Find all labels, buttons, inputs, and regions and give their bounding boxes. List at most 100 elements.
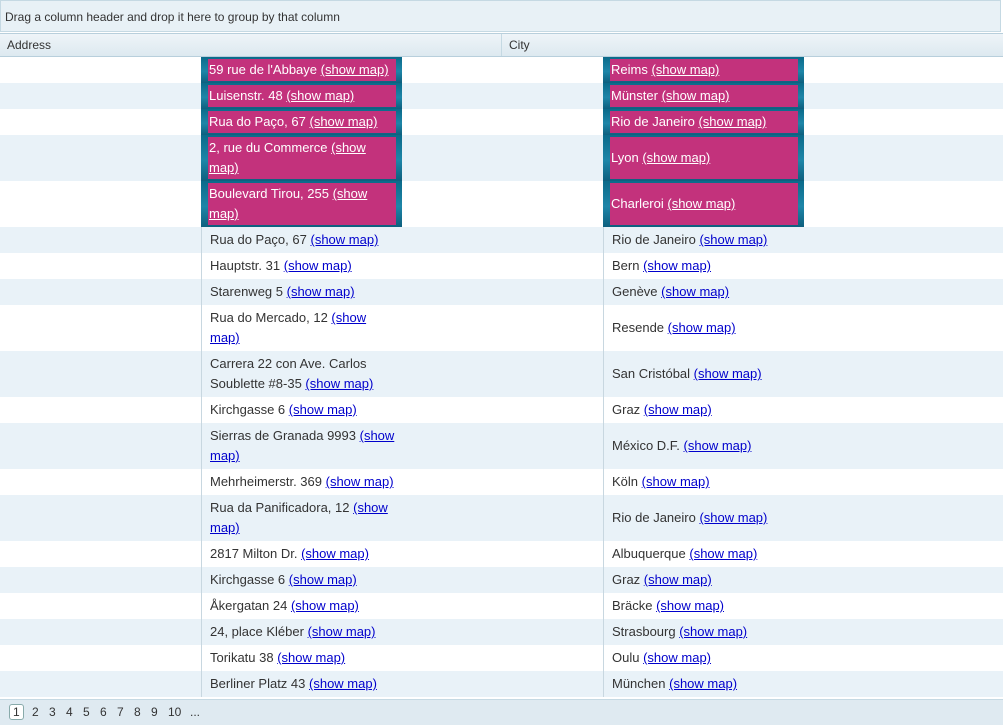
show-map-link[interactable]: (show map) <box>668 320 736 335</box>
show-map-link[interactable]: (show map) <box>277 650 345 665</box>
address-cell[interactable]: Hauptstr. 31 (show map) <box>201 253 402 279</box>
city-cell[interactable]: Graz (show map) <box>603 567 804 593</box>
city-cell[interactable]: Resende (show map) <box>603 305 804 351</box>
address-cell[interactable]: Berliner Platz 43 (show map) <box>201 671 402 697</box>
show-map-link[interactable]: (show map) <box>644 402 712 417</box>
show-map-link[interactable]: (show map) <box>287 284 355 299</box>
table-row[interactable]: Boulevard Tirou, 255 (show map) Charleroi… <box>0 181 1003 227</box>
show-map-link[interactable]: (show map) <box>643 258 711 273</box>
address-cell[interactable]: 2817 Milton Dr. (show map) <box>201 541 402 567</box>
show-map-link[interactable]: (show map) <box>679 624 747 639</box>
table-row[interactable]: Carrera 22 con Ave. Carlos Soublette #8-… <box>0 351 1003 397</box>
show-map-link[interactable]: (show map) <box>301 546 369 561</box>
address-cell[interactable]: Luisenstr. 48 (show map) <box>201 83 402 109</box>
address-cell[interactable]: Boulevard Tirou, 255 (show map) <box>201 181 402 227</box>
address-cell[interactable]: Starenweg 5 (show map) <box>201 279 402 305</box>
show-map-link[interactable]: (show map) <box>286 88 354 103</box>
city-cell[interactable]: México D.F. (show map) <box>603 423 804 469</box>
pager-page-1[interactable]: 1 <box>9 704 24 720</box>
table-row[interactable]: Berliner Platz 43 (show map) München (sho… <box>0 671 1003 697</box>
city-cell[interactable]: Köln (show map) <box>603 469 804 495</box>
show-map-link[interactable]: (show map) <box>284 258 352 273</box>
table-row[interactable]: 2817 Milton Dr. (show map) Albuquerque (s… <box>0 541 1003 567</box>
show-map-link[interactable]: (show map) <box>289 572 357 587</box>
address-cell[interactable]: Mehrheimerstr. 369 (show map) <box>201 469 402 495</box>
table-row[interactable]: Kirchgasse 6 (show map) Graz (show map) <box>0 397 1003 423</box>
city-cell[interactable]: Reims (show map) <box>603 57 804 83</box>
show-map-link[interactable]: (show map) <box>699 232 767 247</box>
address-cell[interactable]: Kirchgasse 6 (show map) <box>201 567 402 593</box>
show-map-link[interactable]: (show map) <box>656 598 724 613</box>
show-map-link[interactable]: (show map) <box>694 366 762 381</box>
show-map-link[interactable]: (show map) <box>326 474 394 489</box>
show-map-link[interactable]: (show map) <box>305 376 373 391</box>
city-cell[interactable]: Rio de Janeiro (show map) <box>603 495 804 541</box>
city-cell[interactable]: Rio de Janeiro (show map) <box>603 227 804 253</box>
pager-more[interactable]: ... <box>190 705 200 719</box>
table-row[interactable]: 2, rue du Commerce (show map) Lyon (show … <box>0 135 1003 181</box>
pager-page-8[interactable]: 8 <box>134 705 141 719</box>
table-row[interactable]: Hauptstr. 31 (show map) Bern (show map) <box>0 253 1003 279</box>
pager-page-5[interactable]: 5 <box>83 705 90 719</box>
show-map-link[interactable]: (show map) <box>308 624 376 639</box>
address-cell[interactable]: 59 rue de l'Abbaye (show map) <box>201 57 402 83</box>
address-cell[interactable]: Rua do Mercado, 12 (show map) <box>201 305 402 351</box>
address-cell[interactable]: Rua do Paço, 67 (show map) <box>201 227 402 253</box>
table-row[interactable]: Torikatu 38 (show map) Oulu (show map) <box>0 645 1003 671</box>
city-cell[interactable]: München (show map) <box>603 671 804 697</box>
pager-page-9[interactable]: 9 <box>151 705 158 719</box>
address-cell[interactable]: Rua da Panificadora, 12 (show map) <box>201 495 402 541</box>
show-map-link[interactable]: (show map) <box>651 62 719 77</box>
table-row[interactable]: Åkergatan 24 (show map) Bräcke (show map) <box>0 593 1003 619</box>
show-map-link[interactable]: (show map) <box>661 284 729 299</box>
pager-page-3[interactable]: 3 <box>49 705 56 719</box>
show-map-link[interactable]: (show map) <box>644 572 712 587</box>
column-header-address[interactable]: Address <box>0 34 502 56</box>
city-cell[interactable]: Lyon (show map) <box>603 135 804 181</box>
show-map-link[interactable]: (show map) <box>662 88 730 103</box>
show-map-link[interactable]: (show map) <box>642 474 710 489</box>
show-map-link[interactable]: (show map) <box>643 650 711 665</box>
table-row[interactable]: Rua do Paço, 67 (show map) Rio de Janeiro… <box>0 227 1003 253</box>
table-row[interactable]: Mehrheimerstr. 369 (show map) Köln (show … <box>0 469 1003 495</box>
address-cell[interactable]: Sierras de Granada 9993 (show map) <box>201 423 402 469</box>
table-row[interactable]: Sierras de Granada 9993 (show map) México… <box>0 423 1003 469</box>
show-map-link[interactable]: (show map) <box>310 232 378 247</box>
show-map-link[interactable]: (show map) <box>689 546 757 561</box>
show-map-link[interactable]: (show map) <box>321 62 389 77</box>
show-map-link[interactable]: (show map) <box>667 196 735 211</box>
address-cell[interactable]: Torikatu 38 (show map) <box>201 645 402 671</box>
table-row[interactable]: Luisenstr. 48 (show map) Münster (show ma… <box>0 83 1003 109</box>
show-map-link[interactable]: (show map) <box>291 598 359 613</box>
pager-page-4[interactable]: 4 <box>66 705 73 719</box>
table-row[interactable]: 59 rue de l'Abbaye (show map) Reims (show… <box>0 57 1003 83</box>
show-map-link[interactable]: (show map) <box>309 676 377 691</box>
address-cell[interactable]: 24, place Kléber (show map) <box>201 619 402 645</box>
column-header-city[interactable]: City <box>502 34 1003 56</box>
show-map-link[interactable]: (show map) <box>642 150 710 165</box>
city-cell[interactable]: Münster (show map) <box>603 83 804 109</box>
city-cell[interactable]: Albuquerque (show map) <box>603 541 804 567</box>
table-row[interactable]: Rua da Panificadora, 12 (show map) Rio de… <box>0 495 1003 541</box>
show-map-link[interactable]: (show map) <box>684 438 752 453</box>
table-row[interactable]: Rua do Paço, 67 (show map) Rio de Janeiro… <box>0 109 1003 135</box>
show-map-link[interactable]: (show map) <box>309 114 377 129</box>
group-by-panel[interactable]: Drag a column header and drop it here to… <box>0 0 1001 32</box>
pager-page-2[interactable]: 2 <box>32 705 39 719</box>
address-cell[interactable]: Kirchgasse 6 (show map) <box>201 397 402 423</box>
city-cell[interactable]: San Cristóbal (show map) <box>603 351 804 397</box>
pager-page-10[interactable]: 10 <box>168 705 181 719</box>
city-cell[interactable]: Bern (show map) <box>603 253 804 279</box>
pager-page-7[interactable]: 7 <box>117 705 124 719</box>
show-map-link[interactable]: (show map) <box>698 114 766 129</box>
address-cell[interactable]: 2, rue du Commerce (show map) <box>201 135 402 181</box>
pager-page-6[interactable]: 6 <box>100 705 107 719</box>
table-row[interactable]: 24, place Kléber (show map) Strasbourg (s… <box>0 619 1003 645</box>
city-cell[interactable]: Rio de Janeiro (show map) <box>603 109 804 135</box>
city-cell[interactable]: Oulu (show map) <box>603 645 804 671</box>
show-map-link[interactable]: (show map) <box>289 402 357 417</box>
city-cell[interactable]: Graz (show map) <box>603 397 804 423</box>
table-row[interactable]: Starenweg 5 (show map) Genève (show map) <box>0 279 1003 305</box>
city-cell[interactable]: Genève (show map) <box>603 279 804 305</box>
city-cell[interactable]: Charleroi (show map) <box>603 181 804 227</box>
